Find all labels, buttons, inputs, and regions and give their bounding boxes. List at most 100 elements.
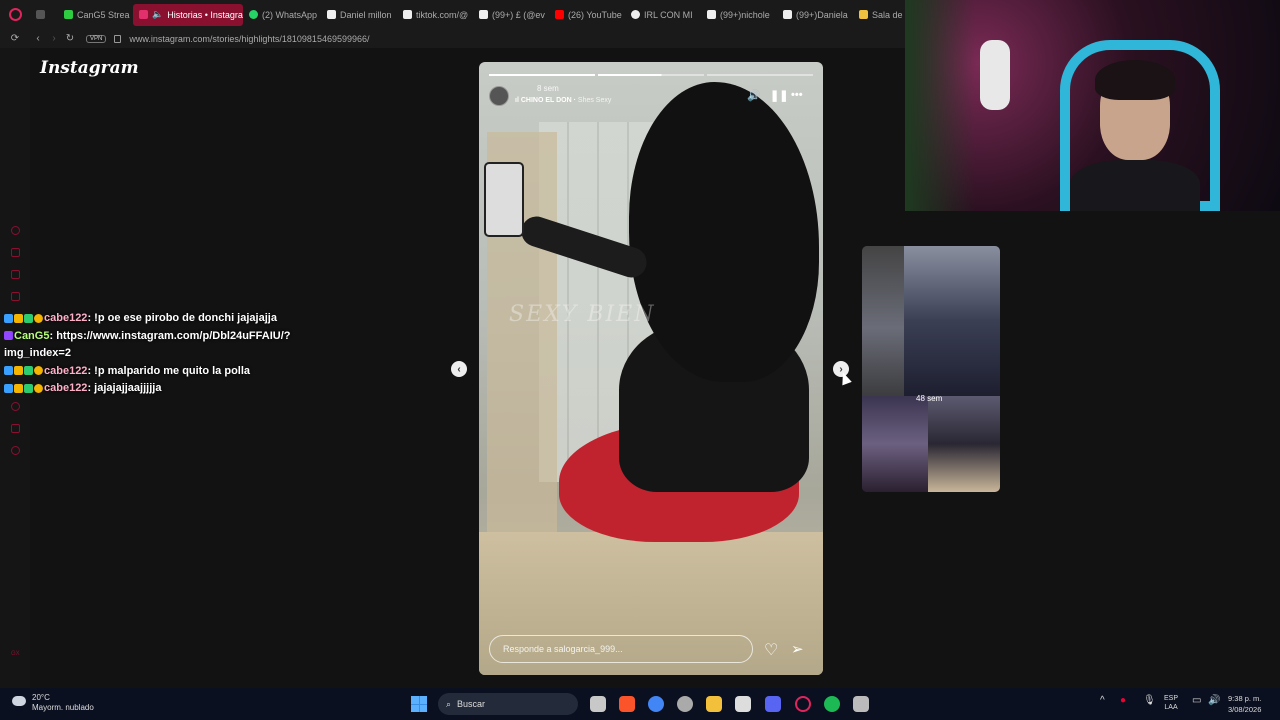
like-heart-icon[interactable]: ♡: [764, 640, 778, 660]
song-title: Shes Sexy: [577, 97, 612, 104]
task-view-icon[interactable]: [590, 696, 606, 712]
next-story-preview[interactable]: 48 sem: [862, 246, 1000, 492]
chat-text: !p malparido me quito la polla: [94, 364, 251, 377]
story-viewer[interactable]: SEXY BIEN 8 sem ıl CHINO EL DON · Shes S…: [479, 62, 823, 675]
taskbar-search[interactable]: ⌕ Buscar: [438, 693, 578, 715]
sidebar-clock-icon[interactable]: [11, 402, 20, 411]
send-icon[interactable]: ➢: [791, 640, 804, 658]
tray-app-icon[interactable]: ●: [1120, 694, 1126, 707]
volume-icon[interactable]: 🔊: [747, 89, 761, 102]
sidebar-m-icon[interactable]: [11, 292, 20, 301]
opera-gx-logo-icon[interactable]: [0, 0, 30, 29]
tiktok-favicon-icon: [327, 10, 336, 19]
tab-active[interactable]: 🔈 Historias • Instagra: [133, 3, 243, 26]
progress-segment-current: [598, 74, 704, 76]
streamer-webcam: [905, 0, 1280, 211]
tab-label: Daniel millon: [340, 9, 392, 20]
volume-tray-icon[interactable]: 🔊: [1208, 694, 1220, 707]
song-artist: CHINO EL DON: [520, 97, 572, 104]
file-explorer-icon[interactable]: [706, 696, 722, 712]
story-image-hair: [629, 82, 819, 382]
tiktok-favicon-icon: [783, 10, 792, 19]
pause-icon[interactable]: ❚❚: [770, 89, 788, 102]
network-icon[interactable]: ▭: [1192, 694, 1201, 707]
chat-text: jajajajjaajjjjja: [94, 382, 162, 395]
tiktok-favicon-icon: [403, 10, 412, 19]
tab-4[interactable]: Daniel millon: [321, 4, 397, 26]
preview-image-tile: [904, 246, 1000, 396]
tiktok-favicon-icon: [479, 10, 488, 19]
story-author-avatar[interactable]: [489, 86, 509, 106]
language-indicator[interactable]: ESP LAA: [1164, 694, 1178, 712]
back-icon[interactable]: ‹: [30, 33, 46, 44]
tab-favicon-icon: [859, 10, 868, 19]
chat-badge-icon: [34, 383, 43, 393]
sidebar-twitch-icon[interactable]: [11, 270, 20, 279]
instagram-favicon-icon: [139, 10, 148, 19]
tab-1[interactable]: CanG5 Strea: [58, 4, 133, 26]
webcam-green-light: [905, 0, 975, 211]
chat-message: CanG5: https://www.instagram.com/p/Dbl24…: [4, 329, 291, 360]
tab-5[interactable]: tiktok.com/@: [397, 4, 473, 26]
weather-widget[interactable]: 20°C Mayorm. nublado: [10, 693, 94, 714]
chat-badge-icon: [4, 313, 13, 323]
chrome-icon[interactable]: [648, 696, 664, 712]
tab-8[interactable]: IRL CON MI: [625, 4, 701, 26]
forward-icon[interactable]: ›: [46, 33, 62, 44]
tray-mic-icon[interactable]: 🎙: [1143, 694, 1156, 707]
tab-11[interactable]: Sala de: [853, 4, 903, 26]
more-options-icon[interactable]: •••: [791, 89, 803, 101]
chat-badge-icon: [24, 366, 33, 376]
cloud-icon: [12, 696, 26, 706]
story-reply-input[interactable]: Responde a salogarcia_999...: [489, 635, 753, 663]
tab-0[interactable]: [30, 4, 58, 26]
windows-start-icon[interactable]: [411, 696, 427, 712]
sidebar-history-icon[interactable]: [11, 226, 20, 235]
tab-7[interactable]: (26) YouTube: [549, 4, 625, 26]
reload-icon[interactable]: ↻: [62, 33, 78, 44]
chat-username: cabe122: [44, 312, 88, 324]
tab-9[interactable]: (99+)nichole: [701, 4, 777, 26]
instagram-logo[interactable]: Instagram: [40, 58, 139, 78]
lang-bottom: LAA: [1164, 704, 1178, 712]
chat-badge-icon: [4, 331, 13, 341]
vpn-badge[interactable]: VPN: [86, 34, 107, 43]
tab-label: (26) YouTube: [568, 9, 622, 20]
sidebar-discord-icon[interactable]: [11, 424, 20, 433]
spotify-icon[interactable]: [824, 696, 840, 712]
chat-badge-icon: [34, 366, 43, 376]
store-icon[interactable]: [735, 696, 751, 712]
previous-story-button[interactable]: ‹: [451, 361, 467, 377]
sidebar-settings-icon[interactable]: [11, 446, 20, 455]
tab-3[interactable]: (2) WhatsApp: [243, 4, 321, 26]
crown-badge-icon: [14, 366, 23, 376]
app-icon[interactable]: [853, 696, 869, 712]
preview-image-tile: [862, 396, 928, 492]
sidebar-gx-icon[interactable]: GX: [11, 651, 20, 660]
tab-label: CanG5 Strea: [77, 9, 130, 20]
crown-badge-icon: [14, 313, 23, 323]
tab-label: (99+)Daniela: [796, 9, 848, 20]
lock-icon[interactable]: [114, 34, 122, 43]
tab-label: (99+)nichole: [720, 9, 770, 20]
browser-tab-bar: CanG5 Strea 🔈 Historias • Instagra (2) Wh…: [0, 0, 905, 29]
reload-sidebar-icon[interactable]: ⟳: [0, 33, 30, 44]
brave-icon[interactable]: [619, 696, 635, 712]
sidebar-bag-icon[interactable]: [11, 248, 20, 257]
crown-badge-icon: [14, 383, 23, 393]
url-field[interactable]: www.instagram.com/stories/highlights/181…: [129, 34, 369, 44]
opera-gx-icon[interactable]: [795, 696, 811, 712]
tray-chevron-icon[interactable]: ^: [1100, 694, 1105, 707]
discord-icon[interactable]: [765, 696, 781, 712]
tab-10[interactable]: (99+)Daniela: [777, 4, 853, 26]
system-clock[interactable]: 9:38 p. m. 3/08/2026: [1228, 694, 1261, 715]
weather-temp: 20°C: [32, 693, 50, 702]
tab-6[interactable]: (99+) £ (@ev: [473, 4, 549, 26]
search-label: Buscar: [457, 699, 486, 709]
chat-badge-icon: [4, 366, 13, 376]
stream-chat-overlay: cabe122: !p oe ese pirobo de donchi jaja…: [4, 310, 304, 398]
story-song[interactable]: ıl CHINO EL DON · Shes Sexy: [515, 97, 611, 104]
story-progress-bar: [489, 74, 813, 76]
webcam-person-hair: [1095, 60, 1175, 100]
chatgpt-icon[interactable]: [677, 696, 693, 712]
